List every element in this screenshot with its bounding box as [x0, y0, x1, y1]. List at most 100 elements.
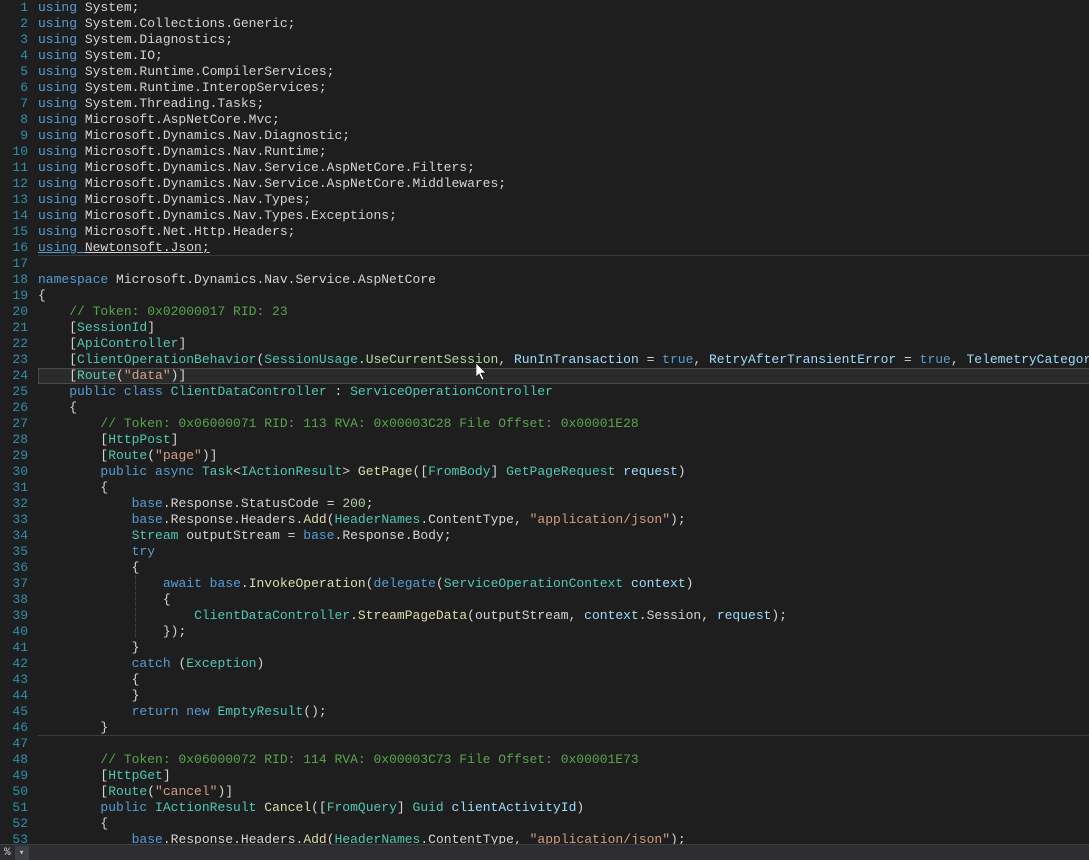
code-line[interactable]: // Token: 0x06000071 RID: 113 RVA: 0x000… — [38, 416, 1089, 432]
line-number: 21 — [0, 320, 28, 336]
code-line[interactable]: base.Response.Headers.Add(HeaderNames.Co… — [38, 512, 1089, 528]
code-line[interactable]: ┆ ClientDataController.StreamPageData(ou… — [38, 608, 1089, 624]
line-number: 49 — [0, 768, 28, 784]
line-number: 52 — [0, 816, 28, 832]
line-number: 7 — [0, 96, 28, 112]
code-line[interactable]: // Token: 0x02000017 RID: 23 — [38, 304, 1089, 320]
line-number: 22 — [0, 336, 28, 352]
line-number: 6 — [0, 80, 28, 96]
code-line[interactable]: [ApiController] — [38, 336, 1089, 352]
line-number: 12 — [0, 176, 28, 192]
code-line[interactable]: [HttpPost] — [38, 432, 1089, 448]
line-number: 24 — [0, 368, 28, 384]
line-number: 33 — [0, 512, 28, 528]
line-number: 43 — [0, 672, 28, 688]
code-line[interactable]: ┆ { — [38, 592, 1089, 608]
code-line[interactable]: using System.Runtime.CompilerServices; — [38, 64, 1089, 80]
code-line[interactable]: } — [38, 720, 1089, 736]
code-line[interactable]: } — [38, 688, 1089, 704]
code-line[interactable]: catch (Exception) — [38, 656, 1089, 672]
line-number: 8 — [0, 112, 28, 128]
line-number: 11 — [0, 160, 28, 176]
line-number: 46 — [0, 720, 28, 736]
code-line[interactable]: using System.Threading.Tasks; — [38, 96, 1089, 112]
line-number: 37 — [0, 576, 28, 592]
line-number: 18 — [0, 272, 28, 288]
code-line[interactable] — [38, 736, 1089, 752]
code-line[interactable]: base.Response.Headers.Add(HeaderNames.Co… — [38, 832, 1089, 844]
line-number: 23 — [0, 352, 28, 368]
code-line[interactable]: { — [38, 400, 1089, 416]
line-number: 44 — [0, 688, 28, 704]
line-number: 9 — [0, 128, 28, 144]
code-line[interactable]: try — [38, 544, 1089, 560]
line-number: 27 — [0, 416, 28, 432]
code-line[interactable]: { — [38, 672, 1089, 688]
code-line[interactable]: namespace Microsoft.Dynamics.Nav.Service… — [38, 272, 1089, 288]
code-line[interactable] — [38, 256, 1089, 272]
line-number: 40 — [0, 624, 28, 640]
method-separator — [38, 735, 1089, 736]
line-number: 1 — [0, 0, 28, 16]
code-line[interactable]: [ClientOperationBehavior(SessionUsage.Us… — [38, 352, 1089, 368]
code-line[interactable]: ┆ await base.InvokeOperation(delegate(Se… — [38, 576, 1089, 592]
line-number: 31 — [0, 480, 28, 496]
status-percent: % — [4, 847, 11, 859]
code-line[interactable]: { — [38, 288, 1089, 304]
line-number: 51 — [0, 800, 28, 816]
code-line[interactable]: public class ClientDataController : Serv… — [38, 384, 1089, 400]
code-line[interactable]: } — [38, 640, 1089, 656]
code-line[interactable]: { — [38, 816, 1089, 832]
line-number: 39 — [0, 608, 28, 624]
code-line[interactable]: using System.Runtime.InteropServices; — [38, 80, 1089, 96]
line-number: 19 — [0, 288, 28, 304]
line-number: 28 — [0, 432, 28, 448]
code-line[interactable]: using System.Collections.Generic; — [38, 16, 1089, 32]
line-number: 16 — [0, 240, 28, 256]
code-line[interactable]: [HttpGet] — [38, 768, 1089, 784]
code-line[interactable]: using Microsoft.Net.Http.Headers; — [38, 224, 1089, 240]
code-line[interactable]: using Microsoft.Dynamics.Nav.Service.Asp… — [38, 176, 1089, 192]
line-number: 36 — [0, 560, 28, 576]
line-number: 38 — [0, 592, 28, 608]
code-editor[interactable]: 1234567891011121314151617181920212223242… — [0, 0, 1089, 844]
code-line[interactable]: // Token: 0x06000072 RID: 114 RVA: 0x000… — [38, 752, 1089, 768]
line-number: 2 — [0, 16, 28, 32]
line-number: 10 — [0, 144, 28, 160]
code-line[interactable]: using System.Diagnostics; — [38, 32, 1089, 48]
code-line[interactable]: { — [38, 480, 1089, 496]
code-area[interactable]: using System;using System.Collections.Ge… — [38, 0, 1089, 844]
code-line[interactable]: [Route("cancel")] — [38, 784, 1089, 800]
code-line[interactable]: [SessionId] — [38, 320, 1089, 336]
code-line[interactable]: { — [38, 560, 1089, 576]
code-line[interactable]: [Route("page")] — [38, 448, 1089, 464]
line-number: 45 — [0, 704, 28, 720]
line-number-gutter: 1234567891011121314151617181920212223242… — [0, 0, 38, 844]
code-line[interactable]: using Microsoft.Dynamics.Nav.Types; — [38, 192, 1089, 208]
code-line[interactable]: [Route("data")] — [38, 368, 1089, 384]
line-number: 26 — [0, 400, 28, 416]
line-number: 14 — [0, 208, 28, 224]
code-line[interactable]: using Microsoft.Dynamics.Nav.Types.Excep… — [38, 208, 1089, 224]
code-line[interactable]: public IActionResult Cancel([FromQuery] … — [38, 800, 1089, 816]
code-line[interactable]: public async Task<IActionResult> GetPage… — [38, 464, 1089, 480]
code-line[interactable]: using Newtonsoft.Json; — [38, 240, 1089, 256]
code-line[interactable]: using Microsoft.Dynamics.Nav.Runtime; — [38, 144, 1089, 160]
line-number: 47 — [0, 736, 28, 752]
code-line[interactable]: base.Response.StatusCode = 200; — [38, 496, 1089, 512]
line-number: 4 — [0, 48, 28, 64]
line-number: 25 — [0, 384, 28, 400]
code-line[interactable]: using Microsoft.Dynamics.Nav.Service.Asp… — [38, 160, 1089, 176]
code-line[interactable]: Stream outputStream = base.Response.Body… — [38, 528, 1089, 544]
line-number: 30 — [0, 464, 28, 480]
code-line[interactable]: using Microsoft.Dynamics.Nav.Diagnostic; — [38, 128, 1089, 144]
status-dropdown-button[interactable]: ▾ — [15, 846, 29, 860]
line-number: 3 — [0, 32, 28, 48]
code-line[interactable]: using Microsoft.AspNetCore.Mvc; — [38, 112, 1089, 128]
line-number: 32 — [0, 496, 28, 512]
code-line[interactable]: using System; — [38, 0, 1089, 16]
code-line[interactable]: ┆ }); — [38, 624, 1089, 640]
code-line[interactable]: using System.IO; — [38, 48, 1089, 64]
line-number: 34 — [0, 528, 28, 544]
code-line[interactable]: return new EmptyResult(); — [38, 704, 1089, 720]
